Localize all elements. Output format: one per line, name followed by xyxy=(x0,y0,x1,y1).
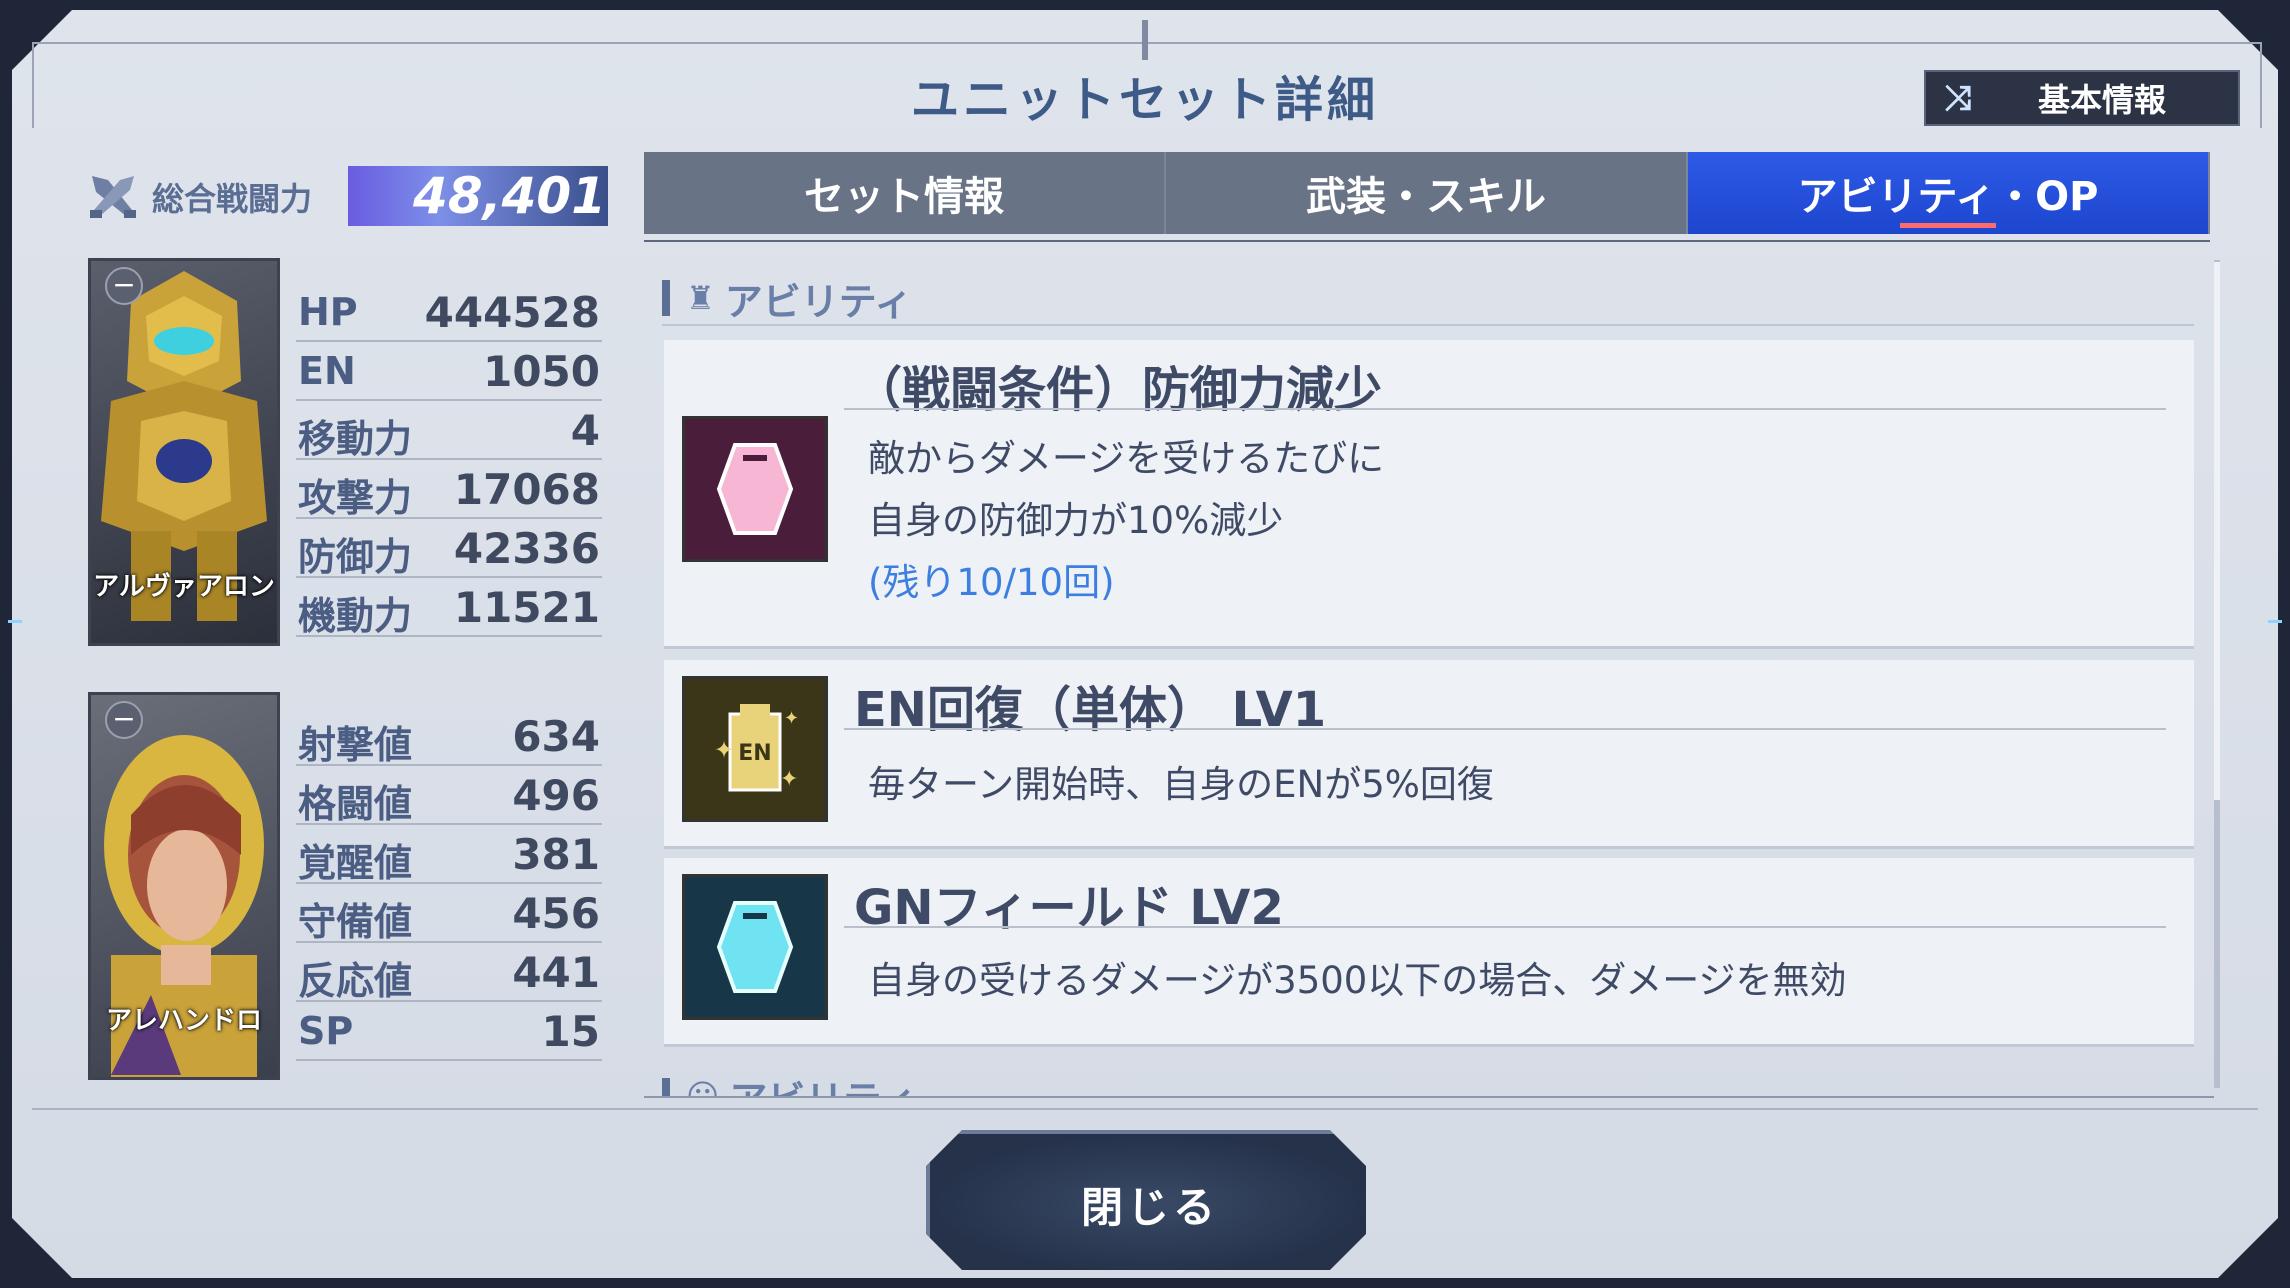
stat-label: SP xyxy=(298,1009,354,1053)
stat-row: 攻撃力 17068 xyxy=(296,459,602,520)
edge-marker-left xyxy=(8,620,22,623)
section-bottom-divider xyxy=(644,1096,2214,1098)
section-title: アビリティ xyxy=(729,1069,917,1097)
stat-value: 456 xyxy=(512,889,600,938)
shuffle-icon: ⤨ xyxy=(1944,78,1972,118)
ability-card[interactable]: EN ✦ ✦ ✦ EN回復（単体） LV1 毎ターン開始時、自身のENが5%回復 xyxy=(664,660,2194,849)
stat-row: SP 15 xyxy=(296,1001,602,1061)
remove-pilot-icon[interactable]: − xyxy=(105,701,143,739)
crossed-swords-icon xyxy=(90,176,136,218)
pilot-abilities-section-clip: ☺ アビリティ xyxy=(644,1056,2214,1096)
stat-value: 1050 xyxy=(483,347,600,396)
tab-set-info[interactable]: セット情報 xyxy=(644,152,1166,234)
stat-label: 覚醒値 xyxy=(298,841,413,885)
ability-desc-line: 毎ターン開始時、自身のENが5%回復 xyxy=(868,763,1494,806)
top-tick-decoration xyxy=(1142,20,1148,60)
tab-weapons-skills[interactable]: 武装・スキル xyxy=(1166,152,1688,234)
ability-remaining-count: (残り10/10回) xyxy=(868,561,1115,604)
section-divider xyxy=(662,324,2194,326)
en-tank-icon: EN ✦ ✦ ✦ xyxy=(682,676,828,822)
stat-label: 防御力 xyxy=(298,535,413,579)
ability-card[interactable]: GNフィールド LV2 自身の受けるダメージが3500以下の場合、ダメージを無効 xyxy=(664,858,2194,1047)
pilot-abilities-section-heading: ☺ アビリティ xyxy=(662,1070,917,1096)
stat-row: 格闘値 496 xyxy=(296,765,602,826)
total-power-label: 総合戦闘力 xyxy=(152,180,313,218)
ability-card[interactable]: （戦闘条件）防御力減少 敵からダメージを受けるたびに 自身の防御力が10%減少 … xyxy=(664,340,2194,649)
edge-marker-right xyxy=(2268,620,2282,623)
ability-description: 自身の受けるダメージが3500以下の場合、ダメージを無効 xyxy=(868,950,1846,1012)
active-tab-indicator xyxy=(1900,223,1996,228)
stat-value: 15 xyxy=(541,1007,600,1056)
ability-description: 敵からダメージを受けるたびに 自身の防御力が10%減少 (残り10/10回) xyxy=(868,428,1384,614)
stat-value: 634 xyxy=(512,712,600,761)
unit-name: アルヴァアロン xyxy=(93,572,275,602)
tab-abilities-op-label: アビリティ・OP xyxy=(1797,174,2099,220)
basic-info-button[interactable]: ⤨ 基本情報 xyxy=(1924,70,2240,126)
abilities-section-heading: ♜ アビリティ xyxy=(662,272,912,324)
svg-text:✦: ✦ xyxy=(784,708,799,729)
total-power-value: 48,401 xyxy=(413,167,606,225)
shield-pink-icon xyxy=(682,416,828,562)
stat-label: 守備値 xyxy=(298,900,413,944)
tab-bar: セット情報 武装・スキル アビリティ・OP xyxy=(644,152,2210,234)
pilot-portrait[interactable]: − アレハンドロ xyxy=(88,692,280,1080)
pilot-name: アレハンドロ xyxy=(105,1006,262,1036)
footer-divider xyxy=(32,1108,2258,1110)
stat-row: 防御力 42336 xyxy=(296,518,602,579)
section-marker xyxy=(662,1078,670,1096)
stat-label: 反応値 xyxy=(298,959,413,1003)
pilot-head-icon: ☺ xyxy=(686,1077,720,1096)
stat-label: 射撃値 xyxy=(298,723,413,767)
stat-value: 42336 xyxy=(453,524,600,573)
stat-value: 444528 xyxy=(424,288,600,337)
stat-value: 381 xyxy=(512,830,600,879)
stat-row: 移動力 4 xyxy=(296,400,602,461)
ability-desc-line: 敵からダメージを受けるたびに xyxy=(868,437,1385,480)
stat-row: 守備値 456 xyxy=(296,883,602,944)
stat-label: EN xyxy=(298,349,356,393)
svg-text:✦: ✦ xyxy=(780,767,798,792)
basic-info-label: 基本情報 xyxy=(2037,81,2166,119)
ability-title-divider xyxy=(844,926,2166,928)
stat-label: HP xyxy=(298,290,358,334)
ability-desc-line: 自身の防御力が10%減少 xyxy=(868,499,1284,542)
stat-label: 機動力 xyxy=(298,594,413,638)
close-button[interactable]: 閉じる xyxy=(926,1130,1366,1270)
stat-label: 攻撃力 xyxy=(298,476,413,520)
stat-value: 17068 xyxy=(453,465,600,514)
ability-description: 毎ターン開始時、自身のENが5%回復 xyxy=(868,754,1494,816)
remove-unit-icon[interactable]: − xyxy=(105,267,143,305)
section-title: アビリティ xyxy=(724,279,913,324)
stat-row: EN 1050 xyxy=(296,341,602,401)
shield-cyan-icon xyxy=(682,874,828,1020)
stat-row: 機動力 11521 xyxy=(296,577,602,638)
en-icon-text: EN xyxy=(738,741,771,766)
section-marker xyxy=(662,280,670,316)
stat-label: 移動力 xyxy=(298,417,413,461)
svg-text:✦: ✦ xyxy=(714,736,734,764)
ability-title-divider xyxy=(844,408,2166,410)
stat-row: HP 444528 xyxy=(296,282,602,342)
unit-portrait[interactable]: − アルヴァアロン xyxy=(88,258,280,646)
tabs-divider xyxy=(644,240,2210,242)
mecha-head-icon: ♜ xyxy=(686,279,715,317)
stat-value: 4 xyxy=(570,406,600,455)
ability-title-divider xyxy=(844,728,2166,730)
stat-label: 格闘値 xyxy=(298,782,413,826)
ability-desc-line: 自身の受けるダメージが3500以下の場合、ダメージを無効 xyxy=(868,959,1847,1002)
stat-row: 覚醒値 381 xyxy=(296,824,602,885)
stat-value: 11521 xyxy=(453,583,600,632)
stat-row: 射撃値 634 xyxy=(296,706,602,767)
scrollbar-thumb[interactable] xyxy=(2214,262,2220,800)
stat-value: 441 xyxy=(512,948,600,997)
tab-abilities-op[interactable]: アビリティ・OP xyxy=(1688,152,2210,234)
stat-row: 反応値 441 xyxy=(296,942,602,1003)
stat-value: 496 xyxy=(512,771,600,820)
